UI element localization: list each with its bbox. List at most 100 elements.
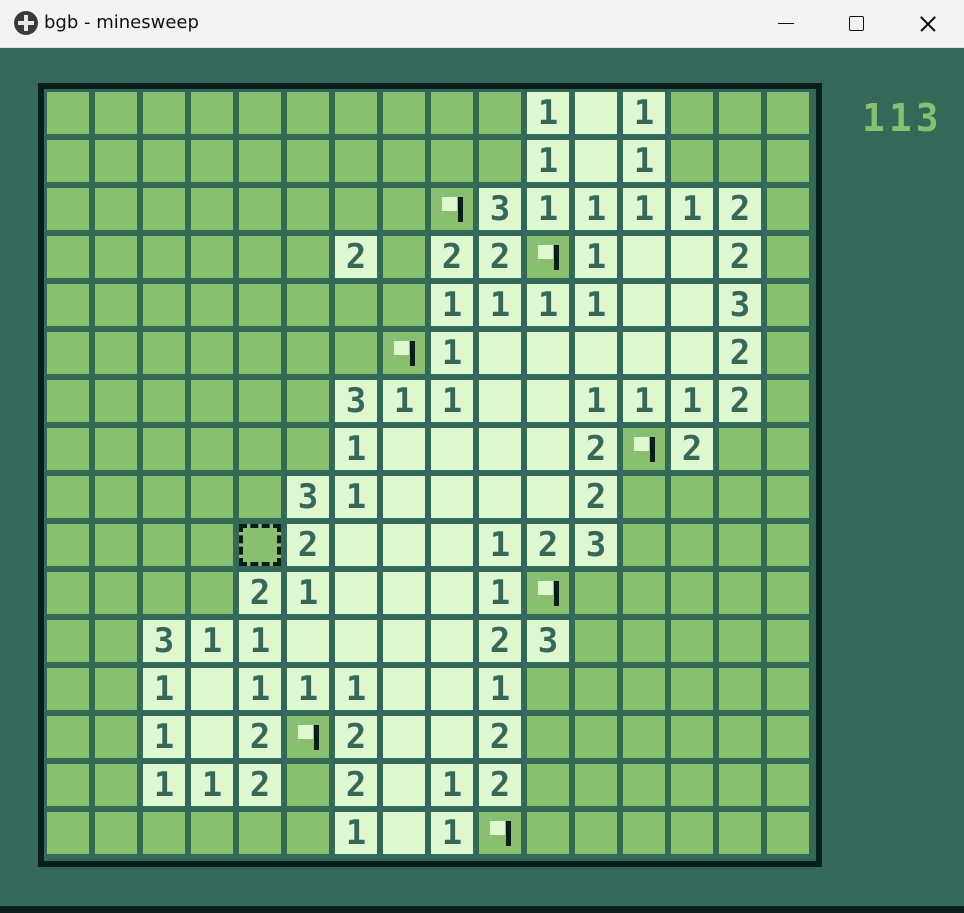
hidden-cell[interactable] (575, 764, 617, 806)
open-cell[interactable] (383, 716, 425, 758)
hidden-cell[interactable] (47, 572, 89, 614)
hidden-cell[interactable] (335, 140, 377, 182)
number-cell[interactable]: 2 (239, 764, 281, 806)
hidden-cell[interactable] (767, 140, 809, 182)
hidden-cell[interactable] (767, 428, 809, 470)
number-cell[interactable]: 1 (623, 188, 665, 230)
hidden-cell[interactable] (287, 812, 329, 854)
open-cell[interactable] (287, 620, 329, 662)
open-cell[interactable] (575, 92, 617, 134)
hidden-cell[interactable] (143, 140, 185, 182)
hidden-cell[interactable] (239, 428, 281, 470)
hidden-cell[interactable] (143, 812, 185, 854)
number-cell[interactable]: 2 (479, 716, 521, 758)
hidden-cell[interactable] (287, 428, 329, 470)
number-cell[interactable]: 1 (527, 188, 569, 230)
hidden-cell[interactable] (335, 188, 377, 230)
hidden-cell[interactable] (287, 764, 329, 806)
number-cell[interactable]: 1 (431, 284, 473, 326)
number-cell[interactable]: 1 (335, 812, 377, 854)
open-cell[interactable] (335, 524, 377, 566)
hidden-cell[interactable] (47, 140, 89, 182)
number-cell[interactable]: 2 (527, 524, 569, 566)
open-cell[interactable] (191, 716, 233, 758)
hidden-cell[interactable] (287, 380, 329, 422)
hidden-cell[interactable] (383, 140, 425, 182)
open-cell[interactable] (479, 428, 521, 470)
minimize-button[interactable] (752, 0, 820, 47)
hidden-cell[interactable] (47, 332, 89, 374)
number-cell[interactable]: 1 (431, 764, 473, 806)
hidden-cell[interactable] (239, 236, 281, 278)
hidden-cell[interactable] (287, 332, 329, 374)
hidden-cell[interactable] (719, 140, 761, 182)
hidden-cell[interactable] (623, 764, 665, 806)
hidden-cell[interactable] (719, 428, 761, 470)
hidden-cell[interactable] (95, 332, 137, 374)
hidden-cell[interactable] (623, 716, 665, 758)
hidden-cell[interactable] (287, 92, 329, 134)
number-cell[interactable]: 1 (527, 140, 569, 182)
hidden-cell[interactable] (143, 284, 185, 326)
number-cell[interactable]: 2 (335, 716, 377, 758)
number-cell[interactable]: 2 (479, 620, 521, 662)
hidden-cell[interactable] (671, 572, 713, 614)
open-cell[interactable] (383, 572, 425, 614)
hidden-cell[interactable] (383, 236, 425, 278)
open-cell[interactable] (623, 332, 665, 374)
hidden-cell[interactable] (47, 764, 89, 806)
hidden-cell[interactable] (287, 188, 329, 230)
number-cell[interactable]: 2 (719, 380, 761, 422)
hidden-cell[interactable] (767, 572, 809, 614)
open-cell[interactable] (431, 668, 473, 710)
number-cell[interactable]: 1 (191, 764, 233, 806)
hidden-cell[interactable] (239, 524, 281, 566)
hidden-cell[interactable] (671, 620, 713, 662)
flagged-cell[interactable] (287, 716, 329, 758)
hidden-cell[interactable] (191, 284, 233, 326)
hidden-cell[interactable] (623, 476, 665, 518)
hidden-cell[interactable] (767, 92, 809, 134)
flagged-cell[interactable] (527, 572, 569, 614)
hidden-cell[interactable] (671, 140, 713, 182)
open-cell[interactable] (527, 380, 569, 422)
number-cell[interactable]: 1 (479, 524, 521, 566)
number-cell[interactable]: 1 (431, 332, 473, 374)
open-cell[interactable] (575, 140, 617, 182)
hidden-cell[interactable] (95, 92, 137, 134)
hidden-cell[interactable] (47, 812, 89, 854)
hidden-cell[interactable] (767, 284, 809, 326)
hidden-cell[interactable] (431, 140, 473, 182)
number-cell[interactable]: 2 (671, 428, 713, 470)
open-cell[interactable] (191, 668, 233, 710)
hidden-cell[interactable] (239, 188, 281, 230)
number-cell[interactable]: 2 (479, 764, 521, 806)
hidden-cell[interactable] (47, 236, 89, 278)
hidden-cell[interactable] (191, 140, 233, 182)
hidden-cell[interactable] (95, 428, 137, 470)
open-cell[interactable] (623, 284, 665, 326)
hidden-cell[interactable] (575, 668, 617, 710)
number-cell[interactable]: 1 (527, 284, 569, 326)
number-cell[interactable]: 1 (671, 380, 713, 422)
hidden-cell[interactable] (239, 140, 281, 182)
hidden-cell[interactable] (575, 812, 617, 854)
hidden-cell[interactable] (767, 620, 809, 662)
number-cell[interactable]: 1 (335, 428, 377, 470)
title-bar[interactable]: bgb - minesweep (0, 0, 964, 48)
maximize-button[interactable] (822, 0, 890, 47)
hidden-cell[interactable] (767, 716, 809, 758)
hidden-cell[interactable] (431, 92, 473, 134)
hidden-cell[interactable] (47, 380, 89, 422)
hidden-cell[interactable] (191, 476, 233, 518)
hidden-cell[interactable] (767, 812, 809, 854)
hidden-cell[interactable] (527, 668, 569, 710)
hidden-cell[interactable] (143, 428, 185, 470)
number-cell[interactable]: 3 (527, 620, 569, 662)
hidden-cell[interactable] (95, 524, 137, 566)
hidden-cell[interactable] (47, 668, 89, 710)
number-cell[interactable]: 3 (479, 188, 521, 230)
hidden-cell[interactable] (623, 812, 665, 854)
hidden-cell[interactable] (719, 764, 761, 806)
open-cell[interactable] (479, 332, 521, 374)
